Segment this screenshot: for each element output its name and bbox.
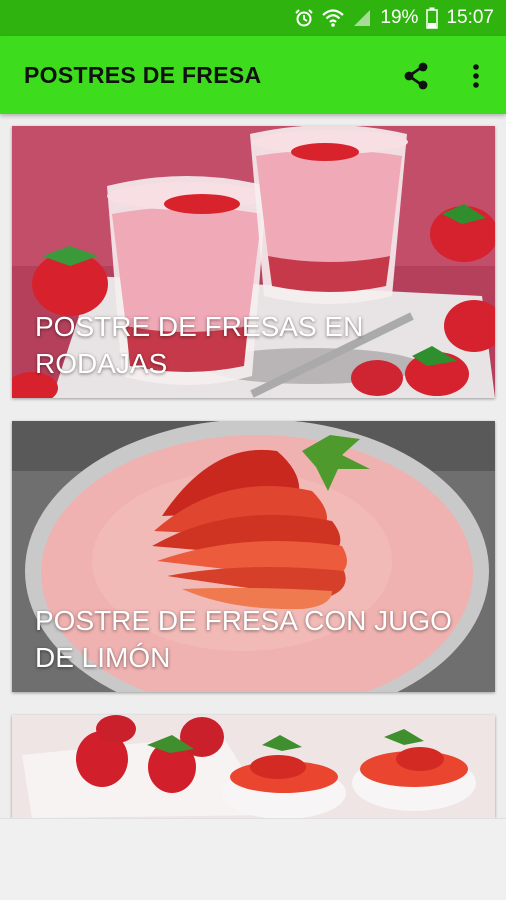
recipe-card[interactable]: POSTRE DE FRESAS EN RODAJAS (12, 126, 495, 398)
recipe-title: POSTRE DE FRESA CON JUGO DE LIMÓN (35, 605, 452, 673)
alarm-icon (294, 8, 314, 28)
recipe-card[interactable]: POSTRE DE FRESA CON JUGO DE LIMÓN (12, 421, 495, 692)
clock-time: 15:07 (446, 7, 494, 28)
share-button[interactable] (400, 60, 432, 92)
signal-icon (352, 8, 372, 28)
battery-percent: 19% (380, 7, 419, 28)
battery-icon (426, 7, 439, 29)
share-icon (404, 62, 428, 90)
recipe-title: POSTRE DE FRESAS EN RODAJAS (35, 311, 364, 379)
app-bar: POSTRES DE FRESA (0, 36, 506, 114)
more-vert-icon (473, 64, 479, 88)
recipe-card[interactable] (12, 715, 495, 818)
wifi-icon (322, 8, 345, 28)
status-icons: 19% 15:07 (294, 0, 494, 36)
bottom-area (0, 818, 506, 900)
page-title: POSTRES DE FRESA (24, 62, 262, 88)
recipe-photo-gelatin-cups (12, 715, 495, 818)
more-options-button[interactable] (462, 60, 490, 92)
status-bar: 19% 15:07 (0, 0, 506, 36)
